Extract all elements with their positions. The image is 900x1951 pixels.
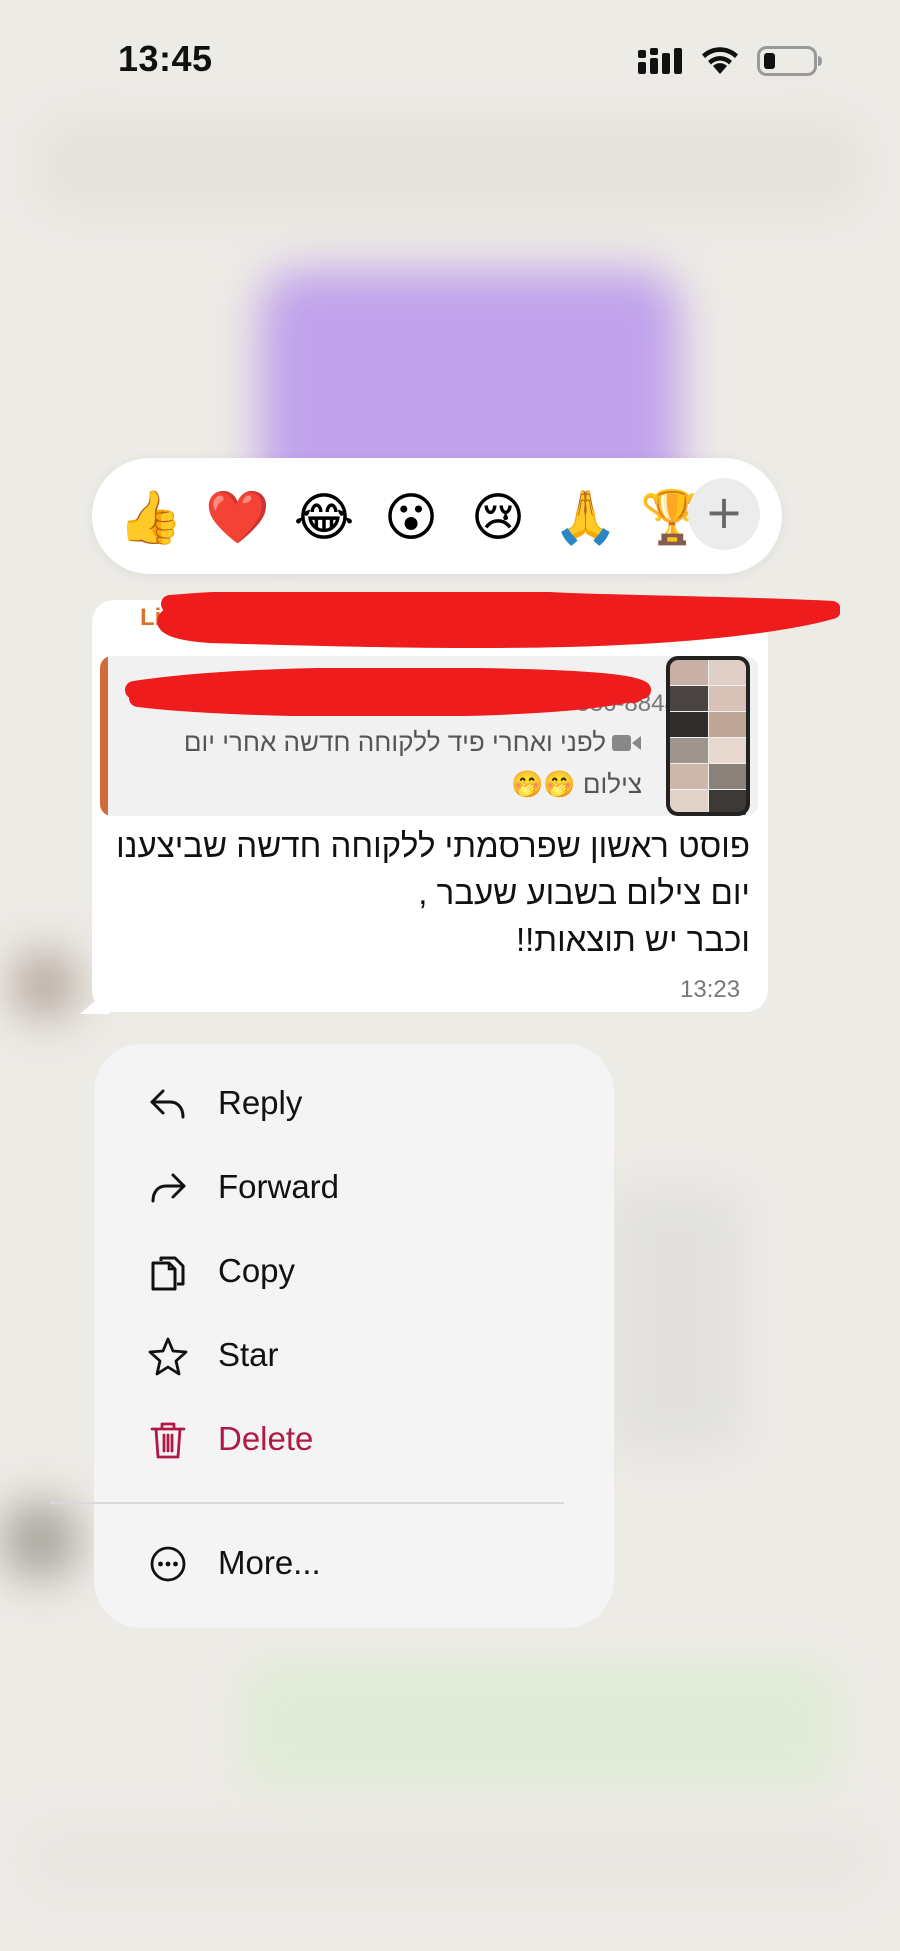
star-icon (148, 1337, 188, 1376)
status-time: 13:45 (118, 38, 213, 79)
menu-divider (50, 1502, 564, 1504)
quoted-sender-phone: 4-536-8848 (555, 690, 678, 717)
message-text: פוסט ראשון שפרסמתי ללקוחה חדשה שביצענו י… (116, 827, 750, 958)
sender-name: Lily (140, 604, 182, 631)
reply-icon (150, 1089, 185, 1119)
message-timestamp: 13:23 (680, 976, 741, 1003)
reaction-thumbs-up[interactable]: 👍 (118, 486, 183, 550)
menu-item-reply[interactable]: Reply (94, 1070, 614, 1138)
menu-item-forward[interactable]: Forward (94, 1154, 614, 1222)
video-icon (612, 724, 642, 764)
menu-item-more[interactable]: More... (94, 1530, 614, 1598)
cellular-signal-icon (638, 48, 682, 74)
reaction-bar: 👍 ❤️ 😂 😮 😢 🙏 🏆 (92, 458, 782, 574)
menu-item-label: More... (218, 1544, 321, 1581)
menu-item-label: Forward (218, 1168, 340, 1205)
battery-icon (757, 46, 822, 76)
menu-item-label: Delete (218, 1420, 314, 1457)
forward-icon (151, 1173, 186, 1203)
reaction-pray[interactable]: 🙏 (553, 486, 618, 550)
reaction-surprised[interactable]: 😮 (379, 486, 443, 550)
menu-item-star[interactable]: Star (94, 1322, 614, 1390)
quote-accent-bar (100, 656, 108, 816)
menu-item-label: Copy (218, 1252, 296, 1289)
status-bar: 13:45 (0, 0, 900, 120)
menu-item-label: Reply (218, 1084, 303, 1121)
reaction-heart[interactable]: ❤️ (205, 486, 270, 550)
sender-phone: 00-8848 (640, 610, 721, 635)
menu-item-label: Star (218, 1336, 279, 1373)
reaction-crying[interactable]: 😢 (466, 486, 530, 550)
more-reactions-button[interactable]: + (688, 478, 760, 550)
quoted-video-thumbnail[interactable] (666, 656, 750, 816)
quoted-text: לפני ואחרי פיד ללקוחה חדשה אחרי יום צילו… (183, 727, 642, 800)
copy-icon (151, 1256, 185, 1291)
reaction-laughing[interactable]: 😂 (292, 486, 356, 550)
wifi-icon (702, 47, 738, 74)
trash-icon (150, 1422, 186, 1459)
more-icon (150, 1546, 186, 1582)
menu-item-delete[interactable]: Delete (94, 1406, 614, 1474)
menu-item-copy[interactable]: Copy (94, 1238, 614, 1306)
